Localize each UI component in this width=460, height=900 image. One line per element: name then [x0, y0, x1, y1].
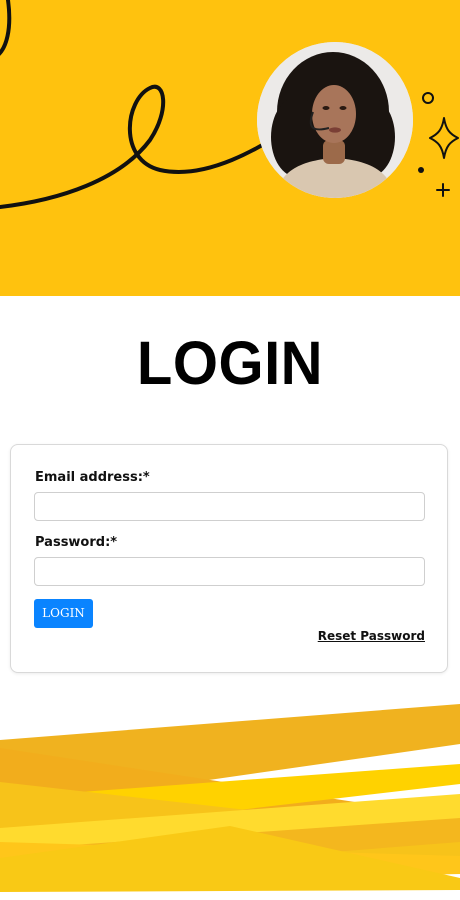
avatar: [257, 42, 413, 198]
reset-password-link[interactable]: Reset Password: [318, 629, 425, 643]
password-field[interactable]: [34, 557, 425, 586]
password-label: Password:*: [35, 535, 118, 550]
page-title: LOGIN: [136, 329, 324, 398]
login-button[interactable]: LOGIN: [34, 599, 93, 628]
plus-icon: [436, 183, 450, 197]
hero-banner: [0, 0, 460, 296]
circle-doodle-icon: [422, 92, 434, 104]
login-form-card: Email address:* Password:* LOGIN Reset P…: [10, 444, 448, 673]
dot-icon: [418, 167, 424, 173]
avatar-portrait: [257, 42, 413, 198]
sparkle-icon: [429, 117, 459, 159]
bottom-decoration: [0, 678, 460, 900]
email-field[interactable]: [34, 492, 425, 521]
email-label: Email address:*: [35, 470, 150, 485]
